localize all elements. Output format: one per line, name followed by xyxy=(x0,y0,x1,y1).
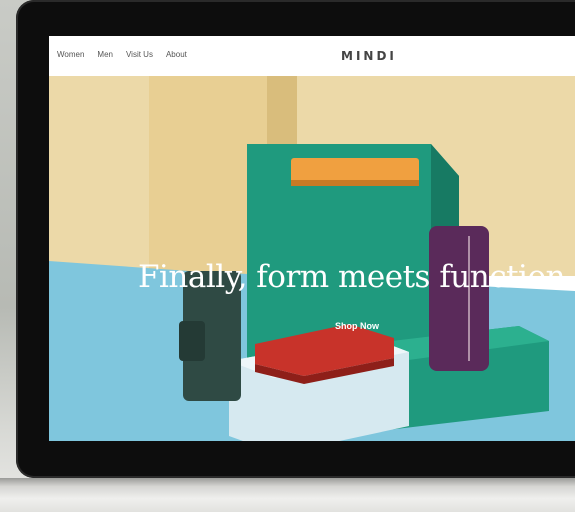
nav-link-visit-us[interactable]: Visit Us xyxy=(126,50,153,59)
hero-section: Finally, form meets function Shop Now xyxy=(49,76,575,441)
orange-wallet-edge xyxy=(291,180,419,186)
nav-link-women[interactable]: Women xyxy=(57,50,84,59)
nav-link-about[interactable]: About xyxy=(166,50,187,59)
hero-headline: Finally, form meets function xyxy=(138,259,566,295)
purple-wallet xyxy=(429,226,489,371)
brand-logo[interactable]: MINDI xyxy=(341,49,397,63)
nav-link-men[interactable]: Men xyxy=(97,50,113,59)
laptop-base xyxy=(0,478,575,512)
nav-links: Women Men Visit Us About xyxy=(57,50,187,59)
browser-screen: Women Men Visit Us About MINDI Finally, … xyxy=(49,36,575,441)
green-wallet-clasp xyxy=(179,321,205,361)
shop-now-link[interactable]: Shop Now xyxy=(335,321,379,331)
site-navbar: Women Men Visit Us About MINDI xyxy=(49,36,575,76)
